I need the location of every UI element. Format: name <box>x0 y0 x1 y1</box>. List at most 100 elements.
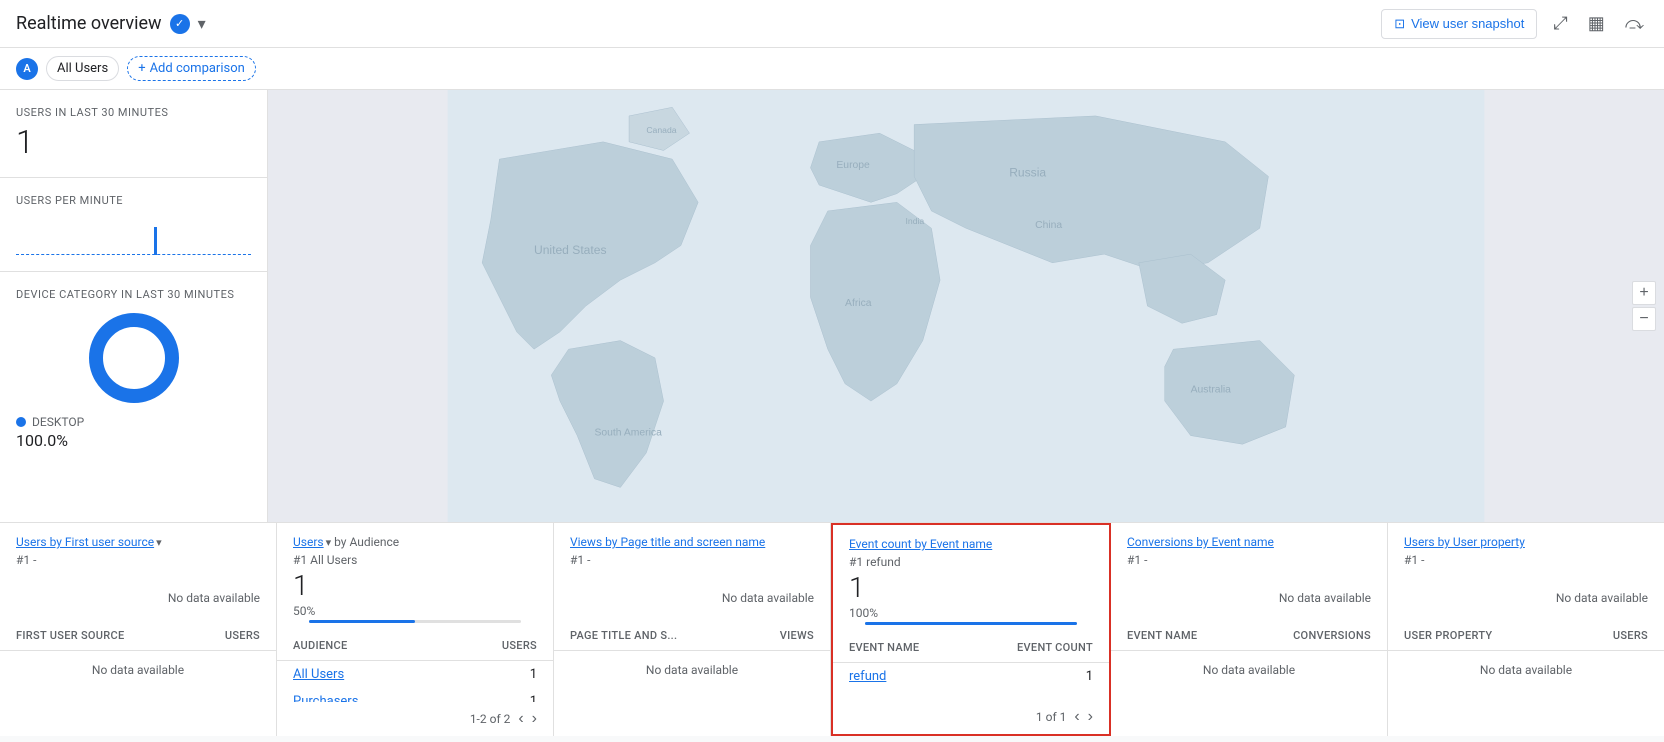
table-cell-col2: 1 <box>530 694 537 702</box>
card-title-row: Views by Page title and screen name <box>570 535 814 549</box>
desktop-legend-value: 100.0% <box>16 431 68 450</box>
card-title[interactable]: Conversions by Event name <box>1127 535 1274 549</box>
pagination-next-button[interactable]: › <box>532 710 537 728</box>
map-controls: + − <box>1632 281 1656 331</box>
card-title-row: Users by First user source▾ <box>16 535 260 549</box>
no-data-top: No data available <box>1388 575 1664 621</box>
pagination-prev-button[interactable]: ‹ <box>518 710 523 728</box>
col1-header: FIRST USER SOURCE <box>16 629 125 642</box>
device-category-card: DEVICE CATEGORY IN LAST 30 MINUTES DESKT… <box>0 272 267 466</box>
desktop-legend-dot <box>16 417 26 427</box>
card-title[interactable]: Views by Page title and screen name <box>570 535 765 549</box>
snapshot-icon: ⊡ <box>1394 16 1405 32</box>
title-dropdown-icon[interactable]: ▾ <box>198 14 206 33</box>
top-section: USERS IN LAST 30 MINUTES 1 USERS PER MIN… <box>0 90 1664 522</box>
card-percent: 100% <box>849 606 1093 620</box>
col2-header: USERS <box>225 629 260 642</box>
table-row: refund 1 <box>833 663 1109 690</box>
no-data-top: No data available <box>554 575 830 621</box>
desktop-legend-label: DESKTOP <box>32 415 84 429</box>
pagination-text: 1-2 of 2 <box>470 712 511 726</box>
add-icon: + <box>138 61 145 76</box>
add-comparison-button[interactable]: + Add comparison <box>127 56 256 81</box>
no-data-body: No data available <box>554 651 830 689</box>
card-rank: #1 refund <box>849 555 1093 569</box>
table-cell-col1[interactable]: All Users <box>293 667 344 682</box>
card-title[interactable]: Users by First user source <box>16 535 154 549</box>
card-dropdown-icon[interactable]: ▾ <box>156 536 162 549</box>
pagination-prev-button[interactable]: ‹ <box>1074 708 1079 726</box>
view-snapshot-button[interactable]: ⊡ View user snapshot <box>1381 9 1537 39</box>
card-title[interactable]: Users <box>293 535 324 549</box>
share-button[interactable]: ⤼ <box>1621 9 1648 38</box>
card-footer: 1-2 of 2 ‹ › <box>277 702 553 736</box>
card-rank: #1 - <box>570 553 814 567</box>
top-bar: Realtime overview ✓ ▾ ⊡ View user snapsh… <box>0 0 1664 48</box>
card-table: FIRST USER SOURCE USERS No data availabl… <box>0 621 276 736</box>
table-cell-col1[interactable]: refund <box>849 669 886 684</box>
table-header: EVENT NAME CONVERSIONS <box>1111 621 1387 651</box>
map-zoom-out-button[interactable]: − <box>1632 307 1656 331</box>
users-per-minute-card: USERS PER MINUTE <box>0 178 267 272</box>
card-bar-track <box>865 622 1077 625</box>
add-comparison-label: Add comparison <box>150 61 245 76</box>
view-snapshot-label: View user snapshot <box>1411 16 1524 31</box>
donut-chart <box>89 313 179 403</box>
table-cell-col2: 1 <box>530 667 537 682</box>
users-per-minute-chart <box>16 215 251 255</box>
card-title-row: Event count by Event name <box>849 537 1093 551</box>
data-card-page-views: Views by Page title and screen name #1 -… <box>554 523 831 736</box>
card-percent: 50% <box>293 604 537 618</box>
card-title[interactable]: Event count by Event name <box>849 537 992 551</box>
table-view-button[interactable]: ▦ <box>1584 9 1609 38</box>
chart-bar <box>154 227 157 255</box>
svg-text:India: India <box>906 216 925 226</box>
filter-bar: A All Users + Add comparison <box>0 48 1664 90</box>
col2-header: EVENT COUNT <box>1017 641 1093 654</box>
table-row: Purchasers 1 <box>277 688 553 702</box>
all-users-chip[interactable]: All Users <box>46 56 119 81</box>
col1-header: USER PROPERTY <box>1404 629 1492 642</box>
svg-text:Africa: Africa <box>845 298 872 309</box>
user-avatar: A <box>16 58 38 80</box>
svg-text:China: China <box>1035 220 1062 231</box>
main-content: USERS IN LAST 30 MINUTES 1 USERS PER MIN… <box>0 90 1664 736</box>
pagination-next-button[interactable]: › <box>1088 708 1093 726</box>
card-header: Users by User property #1 - <box>1388 523 1664 575</box>
users-30min-card: USERS IN LAST 30 MINUTES 1 <box>0 90 267 178</box>
col2-header: USERS <box>502 639 537 652</box>
card-title[interactable]: Users by User property <box>1404 535 1525 549</box>
map-zoom-in-button[interactable]: + <box>1632 281 1656 305</box>
card-rank: #1 - <box>16 553 260 567</box>
fullscreen-button[interactable]: ⤢ <box>1549 9 1571 38</box>
col1-header: EVENT NAME <box>1127 629 1197 642</box>
card-rank: #1 - <box>1127 553 1371 567</box>
top-bar-left: Realtime overview ✓ ▾ <box>16 13 206 34</box>
col1-header: PAGE TITLE AND S... <box>570 629 677 642</box>
page-title: Realtime overview <box>16 13 162 34</box>
col1-header: EVENT NAME <box>849 641 919 654</box>
card-header: Event count by Event name #1 refund 1 10… <box>833 525 1109 633</box>
card-table: USER PROPERTY USERS No data available <box>1388 621 1664 736</box>
svg-text:Canada: Canada <box>646 125 676 135</box>
col2-header: CONVERSIONS <box>1293 629 1371 642</box>
card-value: 1 <box>293 569 537 602</box>
col1-header: AUDIENCE <box>293 639 348 652</box>
card-header: Conversions by Event name #1 - <box>1111 523 1387 575</box>
card-header: Users by First user source▾ #1 - <box>0 523 276 575</box>
top-bar-right: ⊡ View user snapshot ⤢ ▦ ⤼ <box>1381 9 1648 39</box>
data-card-conversions: Conversions by Event name #1 - No data a… <box>1111 523 1388 736</box>
desktop-legend: DESKTOP <box>16 415 84 429</box>
table-cell-col2: 1 <box>1086 669 1093 684</box>
no-data-body: No data available <box>1111 651 1387 689</box>
donut-chart-container <box>16 313 251 403</box>
pagination-text: 1 of 1 <box>1036 710 1066 724</box>
card-header: Users▾ by Audience #1 All Users 1 50% <box>277 523 553 631</box>
data-card-user-property: Users by User property #1 - No data avai… <box>1388 523 1664 736</box>
card-title-suffix: by Audience <box>331 535 399 549</box>
card-header: Views by Page title and screen name #1 - <box>554 523 830 575</box>
table-cell-col1[interactable]: Purchasers <box>293 694 358 702</box>
card-table: EVENT NAME CONVERSIONS No data available <box>1111 621 1387 736</box>
card-table: AUDIENCE USERS All Users 1 Purchasers 1 <box>277 631 553 702</box>
users-per-minute-label: USERS PER MINUTE <box>16 194 251 207</box>
